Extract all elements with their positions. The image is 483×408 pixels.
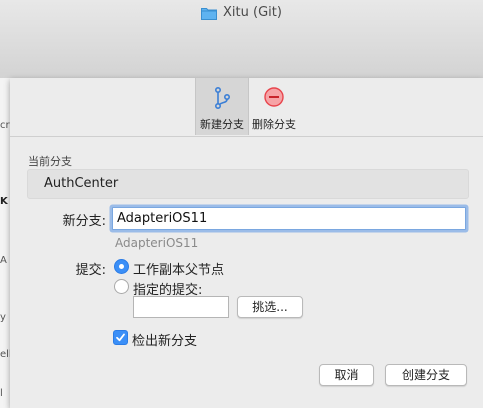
background-fragment: ell [0, 349, 10, 360]
new-branch-hint: AdapteriOS11 [115, 236, 199, 250]
specified-commit-input[interactable] [133, 296, 229, 318]
branch-icon [211, 86, 233, 113]
parent-window-titlebar: Xitu (Git) [0, 0, 483, 79]
current-branch-label: 当前分支 [28, 155, 72, 168]
window-title-text: Xitu (Git) [223, 5, 282, 20]
background-fragment: A [0, 255, 7, 266]
current-branch-box: AuthCenter [27, 169, 469, 199]
background-fragment: K [0, 196, 8, 207]
specified-commit-radio[interactable] [114, 279, 129, 294]
cancel-button[interactable]: 取消 [319, 364, 374, 386]
new-branch-input-wrapper [112, 207, 466, 230]
minus-circle-icon [263, 86, 285, 111]
checkmark-icon [116, 333, 125, 342]
working-copy-parent-radio[interactable] [114, 259, 129, 274]
new-branch-tab-label: 新建分支 [200, 118, 244, 131]
background-fragment: cri [0, 120, 10, 131]
new-branch-tab[interactable]: 新建分支 [195, 78, 249, 135]
window-title: Xitu (Git) [0, 5, 483, 20]
current-branch-value: AuthCenter [44, 176, 119, 191]
checkout-new-branch-label[interactable]: 检出新分支 [132, 330, 197, 349]
working-copy-parent-label[interactable]: 工作副本父节点 [133, 259, 224, 278]
delete-branch-tab-label: 删除分支 [252, 118, 296, 131]
commit-label: 提交: [75, 263, 106, 278]
create-branch-button[interactable]: 创建分支 [385, 364, 467, 386]
pick-commit-button[interactable]: 挑选... [237, 296, 303, 318]
folder-icon [201, 7, 218, 20]
delete-branch-tab[interactable]: 删除分支 [248, 78, 300, 135]
sheet-toolbar: 新建分支 删除分支 [10, 78, 483, 137]
background-fragment: y [0, 312, 6, 323]
branch-sheet: 新建分支 删除分支 [10, 78, 483, 408]
background-fragment: l [0, 388, 3, 399]
new-branch-label: 新分支: [62, 214, 106, 229]
checkout-new-branch-checkbox[interactable] [113, 330, 128, 345]
new-branch-input[interactable] [113, 208, 461, 229]
